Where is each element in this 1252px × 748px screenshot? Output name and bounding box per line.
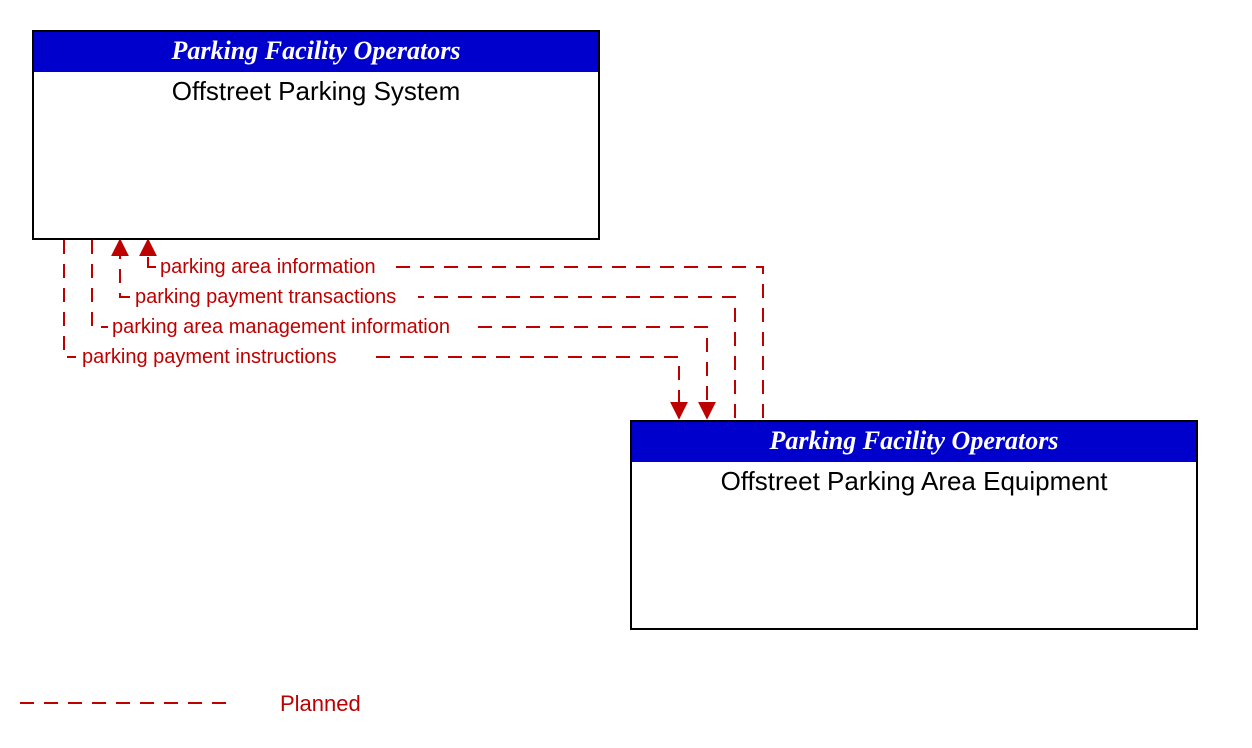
entity-offstreet-parking-area-equipment: Parking Facility Operators Offstreet Par… xyxy=(630,420,1198,630)
entity-header: Parking Facility Operators xyxy=(632,422,1196,462)
entity-offstreet-parking-system: Parking Facility Operators Offstreet Par… xyxy=(32,30,600,240)
flow-label-parking-area-information: parking area information xyxy=(160,256,376,279)
entity-title: Offstreet Parking Area Equipment xyxy=(632,462,1196,501)
entity-header: Parking Facility Operators xyxy=(34,32,598,72)
entity-title: Offstreet Parking System xyxy=(34,72,598,111)
flow-label-parking-payment-transactions: parking payment transactions xyxy=(135,286,396,309)
flow-label-parking-payment-instructions: parking payment instructions xyxy=(82,346,337,369)
flow-label-parking-area-management-information: parking area management information xyxy=(112,316,450,339)
legend-planned-label: Planned xyxy=(280,691,361,717)
